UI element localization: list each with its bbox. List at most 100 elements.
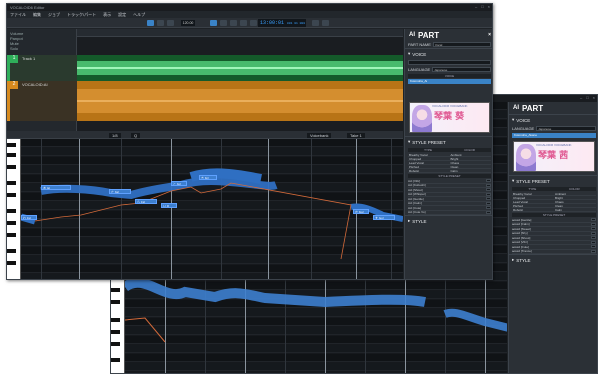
style-value-box[interactable]: [591, 245, 596, 249]
minimize-icon[interactable]: –: [580, 95, 582, 100]
preset-item[interactable]: Calm: [554, 208, 596, 212]
note[interactable]: た [ta]: [109, 189, 131, 194]
take-select[interactable]: Take 1: [347, 133, 365, 138]
track-header-1[interactable]: 1 Track 1: [7, 55, 77, 81]
panel-title: PART: [522, 103, 544, 113]
play-button[interactable]: [240, 20, 247, 26]
click-button[interactable]: [322, 20, 329, 26]
language-select[interactable]: Japanese: [432, 67, 491, 72]
style-value-box[interactable]: [591, 227, 596, 231]
black-key[interactable]: [7, 249, 16, 253]
voice-select[interactable]: Kotonoha_Ai: [408, 79, 491, 84]
style-value-box[interactable]: [486, 188, 491, 192]
close-icon[interactable]: ×: [488, 4, 490, 9]
quantize-select[interactable]: 1/8: [109, 133, 121, 138]
black-key[interactable]: [111, 300, 120, 304]
black-key[interactable]: [7, 233, 16, 237]
collapse-icon[interactable]: ▸: [408, 218, 410, 224]
black-key[interactable]: [7, 153, 16, 157]
menu-item[interactable]: 編集: [33, 12, 41, 18]
maximize-icon[interactable]: □: [481, 4, 483, 9]
eraser-tool-button[interactable]: [167, 20, 174, 26]
menu-item[interactable]: ジョブ: [48, 12, 60, 18]
menu-item[interactable]: 設定: [118, 12, 126, 18]
style-value-box[interactable]: [486, 206, 491, 210]
voicebank-banner: VOCALOID6 VOICEBANK 琴葉 葵: [409, 102, 490, 133]
preset-item[interactable]: Robotic: [512, 208, 554, 212]
note[interactable]: き [ki]: [199, 175, 217, 180]
metronome-button[interactable]: [312, 20, 319, 26]
black-key[interactable]: [111, 358, 120, 362]
note[interactable]: か [ka]: [353, 209, 369, 214]
preset-item[interactable]: Robotic: [408, 169, 450, 173]
collapse-icon[interactable]: ▾: [512, 117, 514, 123]
note-grid[interactable]: あ [a] た [ta] ら [ra] い [i] と [to] き [ki] …: [21, 139, 403, 279]
menu-item[interactable]: 表示: [103, 12, 111, 18]
note[interactable]: と [to]: [171, 181, 187, 186]
tempo-display[interactable]: 120.00: [181, 20, 195, 26]
black-key[interactable]: [7, 221, 16, 225]
audio-lane[interactable]: [77, 55, 403, 81]
collapse-icon[interactable]: ▾: [408, 139, 410, 145]
minimize-icon[interactable]: –: [475, 4, 477, 9]
black-key[interactable]: [7, 261, 16, 265]
black-key[interactable]: [7, 165, 16, 169]
style-value-box[interactable]: [591, 218, 596, 222]
menu-item[interactable]: ヘルプ: [133, 12, 145, 18]
style-value-box[interactable]: [591, 222, 596, 226]
style-value-box[interactable]: [486, 201, 491, 205]
rewind-button[interactable]: [220, 20, 227, 26]
note-length-select[interactable]: Q: [131, 133, 141, 138]
language-select[interactable]: Japanese: [536, 126, 596, 131]
black-key[interactable]: [111, 330, 120, 334]
style-preset-label: STYLE PRESET: [412, 139, 446, 145]
note[interactable]: れ [re]: [21, 215, 37, 220]
black-key[interactable]: [111, 288, 120, 292]
record-button[interactable]: [250, 20, 257, 26]
track-header-2[interactable]: 2 VOCALOID:AI: [7, 81, 77, 121]
style-value-box[interactable]: [591, 249, 596, 253]
timeline-ruler[interactable]: [77, 29, 403, 37]
piano-roll[interactable]: 1/8 Q Voicebank Take 1 あ [a] た [ta] ら [r…: [7, 131, 403, 279]
collapse-icon[interactable]: ▸: [512, 257, 514, 263]
style-value-box[interactable]: [486, 192, 491, 196]
voicebank-select[interactable]: Voicebank: [307, 133, 332, 138]
black-key[interactable]: [7, 193, 16, 197]
style-value-box[interactable]: [591, 236, 596, 240]
black-key[interactable]: [7, 143, 16, 147]
style-value-box[interactable]: [486, 179, 491, 183]
stop-button[interactable]: [230, 20, 237, 26]
note[interactable]: す [su]: [373, 215, 395, 220]
collapse-icon[interactable]: ▾: [512, 178, 514, 184]
black-key[interactable]: [111, 342, 120, 346]
collapse-icon[interactable]: ▾: [408, 51, 410, 57]
part-name-input[interactable]: Vocal: [432, 42, 491, 47]
loop-button[interactable]: [210, 20, 217, 26]
style-value-box[interactable]: [486, 183, 491, 187]
menu-item[interactable]: トラック/パート: [67, 12, 96, 18]
ai-badge: AI: [513, 105, 519, 111]
style-value-box[interactable]: [486, 210, 491, 214]
style-value-box[interactable]: [591, 240, 596, 244]
note[interactable]: ら [ra]: [135, 199, 157, 204]
close-icon[interactable]: ×: [593, 95, 595, 100]
maximize-icon[interactable]: □: [586, 95, 588, 100]
note[interactable]: い [i]: [161, 203, 177, 208]
black-key[interactable]: [7, 181, 16, 185]
voice-search[interactable]: [408, 60, 491, 65]
style-value-box[interactable]: [591, 231, 596, 235]
pencil-tool-button[interactable]: [157, 20, 164, 26]
pitch-waveform: [21, 168, 403, 260]
piano-keys[interactable]: [7, 139, 21, 279]
style-value-box[interactable]: [486, 197, 491, 201]
vocal-lane[interactable]: [77, 81, 403, 121]
preset-item[interactable]: Calm: [449, 169, 491, 173]
black-key[interactable]: [111, 318, 120, 322]
panel-close-icon[interactable]: ×: [488, 32, 491, 38]
black-key[interactable]: [7, 209, 16, 213]
menu-item[interactable]: ファイル: [10, 12, 26, 18]
note[interactable]: あ [a]: [41, 185, 71, 190]
track-name: VOCALOID:AI: [22, 82, 48, 87]
voice-select[interactable]: Kotonoha_Akane: [512, 133, 596, 138]
pointer-tool-button[interactable]: [147, 20, 154, 26]
